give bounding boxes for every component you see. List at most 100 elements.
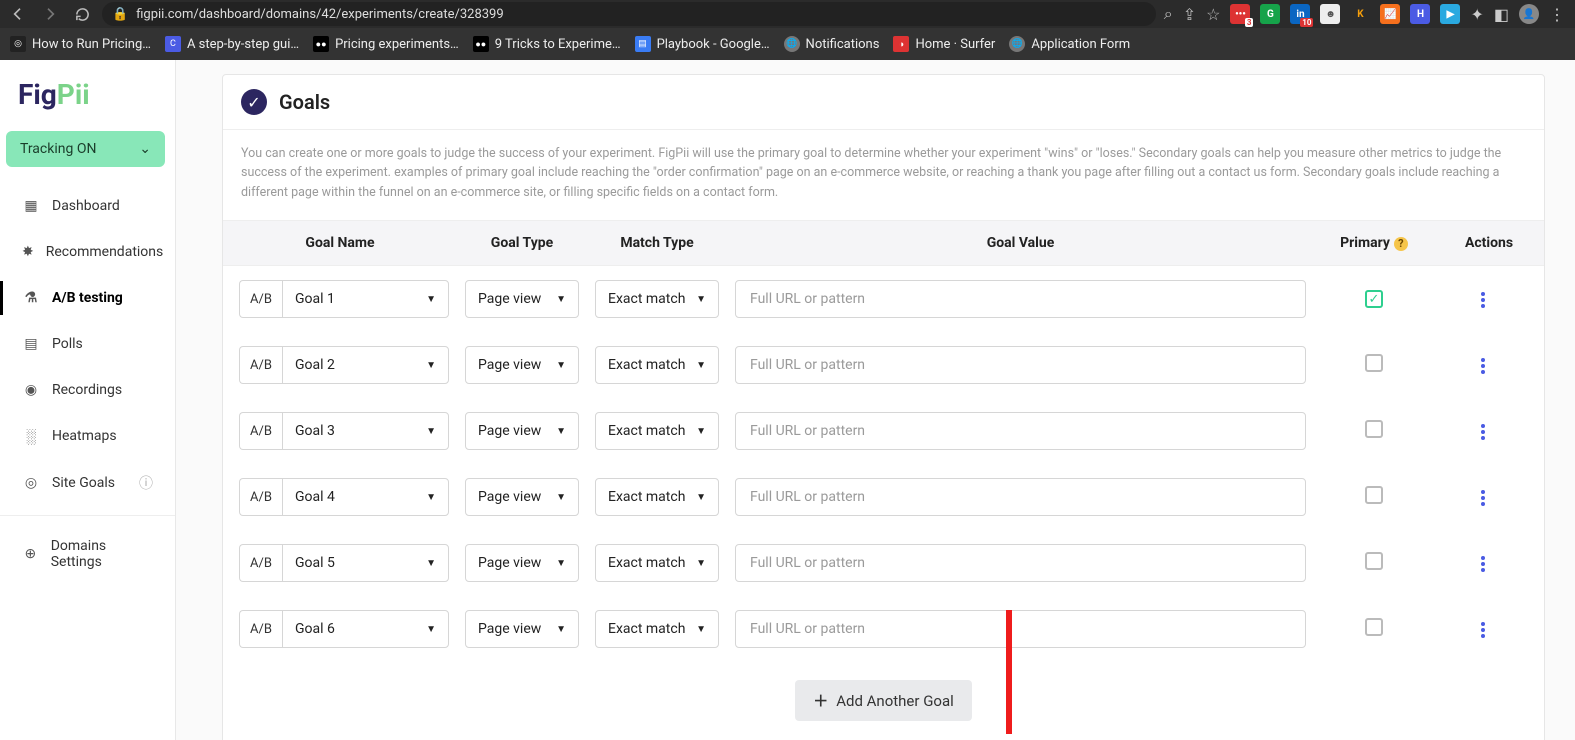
bookmark-item[interactable]: ●●9 Tricks to Experime… [473,36,621,52]
extension-grammarly[interactable]: G [1260,4,1280,24]
check-badge-icon: ✓ [241,89,267,115]
goal-value-input[interactable] [735,610,1306,648]
forward-button[interactable] [38,2,62,26]
goal-name-select[interactable]: Goal 2▼ [282,346,449,384]
globe-icon: ⊕ [22,545,39,563]
goal-value-input[interactable] [735,544,1306,582]
table-header-row: Goal Name Goal Type Match Type Goal Valu… [223,221,1544,266]
extension-lastpass[interactable]: •••3 [1230,4,1250,24]
lock-icon: 🔒 [112,7,128,22]
goal-value-input[interactable] [735,478,1306,516]
goal-type-select[interactable]: Page view▼ [465,346,579,384]
ab-chip: A/B [239,346,282,384]
extensions-puzzle-icon[interactable]: ✦ [1470,5,1483,24]
goal-value-input[interactable] [735,412,1306,450]
bookmark-item[interactable]: 🌐Notifications [784,36,880,52]
sidebar-item-site-goals[interactable]: ◎Site Goalsⓘ [0,459,175,507]
sidebar-item-domains-settings[interactable]: ⊕Domains Settings [0,524,175,584]
goal-name-select[interactable]: Goal 6▼ [282,610,449,648]
dashboard-icon: ▦ [22,197,40,215]
sidebar-item-heatmaps[interactable]: ░Heatmaps [0,413,175,459]
globe-icon: 🌐 [784,36,800,52]
goal-type-select[interactable]: Page view▼ [465,478,579,516]
primary-checkbox[interactable] [1365,618,1383,636]
goal-name-select[interactable]: Goal 3▼ [282,412,449,450]
goal-name-select[interactable]: Goal 5▼ [282,544,449,582]
surfer-icon: ◑ [893,36,909,52]
bookmark-item[interactable]: ▤Playbook - Google… [635,36,770,52]
bookmark-item[interactable]: ◑Home · Surfer [893,36,995,52]
sidebar-item-ab-testing[interactable]: ⚗A/B testing [0,275,175,321]
match-type-select[interactable]: Exact match▼ [595,412,719,450]
primary-checkbox[interactable] [1365,354,1383,372]
match-type-select[interactable]: Exact match▼ [595,478,719,516]
extension-h[interactable]: H [1410,4,1430,24]
chevron-down-icon: ▼ [696,558,706,569]
goal-type-select[interactable]: Page view▼ [465,412,579,450]
bookmark-item[interactable]: 🌐Application Form [1009,36,1130,52]
bookmark-item[interactable]: ◎How to Run Pricing… [10,36,151,52]
add-goal-label: Add Another Goal [836,692,954,710]
goal-name-select[interactable]: Goal 1▼ [282,280,449,318]
match-type-select[interactable]: Exact match▼ [595,280,719,318]
extension-linkedin[interactable]: in10 [1290,4,1310,24]
info-icon: ⓘ [139,473,153,493]
chevron-down-icon: ▼ [426,426,436,437]
primary-checkbox[interactable] [1365,552,1383,570]
row-actions-menu[interactable] [1475,418,1491,446]
extension-k[interactable]: K [1350,4,1370,24]
primary-checkbox[interactable] [1365,420,1383,438]
side-panel-icon[interactable]: ◧ [1494,5,1509,24]
globe-icon: 🌐 [1009,36,1025,52]
doc-icon: ▤ [635,36,651,52]
table-row: A/B Goal 3▼ Page view▼ Exact match▼ [223,398,1544,464]
row-actions-menu[interactable] [1475,286,1491,314]
tracking-status-toggle[interactable]: Tracking ON ⌄ [6,131,165,167]
sidebar-item-polls[interactable]: ▤Polls [0,321,175,367]
primary-checkbox[interactable] [1365,486,1383,504]
goal-name-select[interactable]: Goal 4▼ [282,478,449,516]
sidebar-item-recommendations[interactable]: ✸Recommendations [0,229,175,275]
star-icon[interactable]: ☆ [1206,5,1220,24]
address-bar[interactable]: 🔒 figpii.com/dashboard/domains/42/experi… [102,2,1156,26]
annotation-highlight [1006,662,1012,734]
help-icon[interactable]: ? [1394,237,1408,251]
match-type-select[interactable]: Exact match▼ [595,544,719,582]
c-icon: C [165,36,181,52]
row-actions-menu[interactable] [1475,352,1491,380]
col-actions: Actions [1434,221,1544,266]
col-primary: Primary? [1314,221,1434,266]
table-row: A/B Goal 1▼ Page view▼ Exact match▼ [223,266,1544,333]
goal-type-select[interactable]: Page view▼ [465,280,579,318]
sidebar-item-recordings[interactable]: ◉Recordings [0,367,175,413]
goal-type-select[interactable]: Page view▼ [465,610,579,648]
table-row: A/B Goal 2▼ Page view▼ Exact match▼ [223,332,1544,398]
bookmark-item[interactable]: CA step-by-step gui… [165,36,299,52]
goal-value-input[interactable] [735,280,1306,318]
extension-play[interactable]: ▶ [1440,4,1460,24]
back-button[interactable] [6,2,30,26]
goal-value-input[interactable] [735,346,1306,384]
row-actions-menu[interactable] [1475,616,1491,644]
reload-button[interactable] [70,2,94,26]
row-actions-menu[interactable] [1475,550,1491,578]
row-actions-menu[interactable] [1475,484,1491,512]
dot-icon: ●● [473,36,489,52]
search-lens-icon[interactable]: ⌕ [1164,4,1173,24]
primary-checkbox[interactable] [1365,290,1383,308]
goal-type-select[interactable]: Page view▼ [465,544,579,582]
sidebar-item-dashboard[interactable]: ▦Dashboard [0,183,175,229]
profile-avatar[interactable]: 👤 [1519,4,1539,24]
chrome-menu-icon[interactable]: ⋮ [1549,5,1565,24]
extension-face[interactable]: ☻ [1320,4,1340,24]
extension-chart[interactable]: 📈 [1380,4,1400,24]
match-type-select[interactable]: Exact match▼ [595,610,719,648]
ab-chip: A/B [239,544,282,582]
bookmark-item[interactable]: ●●Pricing experiments… [313,36,459,52]
chevron-down-icon: ▼ [696,426,706,437]
heatmap-icon: ░ [22,427,40,445]
add-another-goal-button[interactable]: ＋ Add Another Goal [795,680,972,721]
share-icon[interactable]: ⇪ [1183,5,1196,24]
match-type-select[interactable]: Exact match▼ [595,346,719,384]
url-text: figpii.com/dashboard/domains/42/experime… [136,7,504,22]
